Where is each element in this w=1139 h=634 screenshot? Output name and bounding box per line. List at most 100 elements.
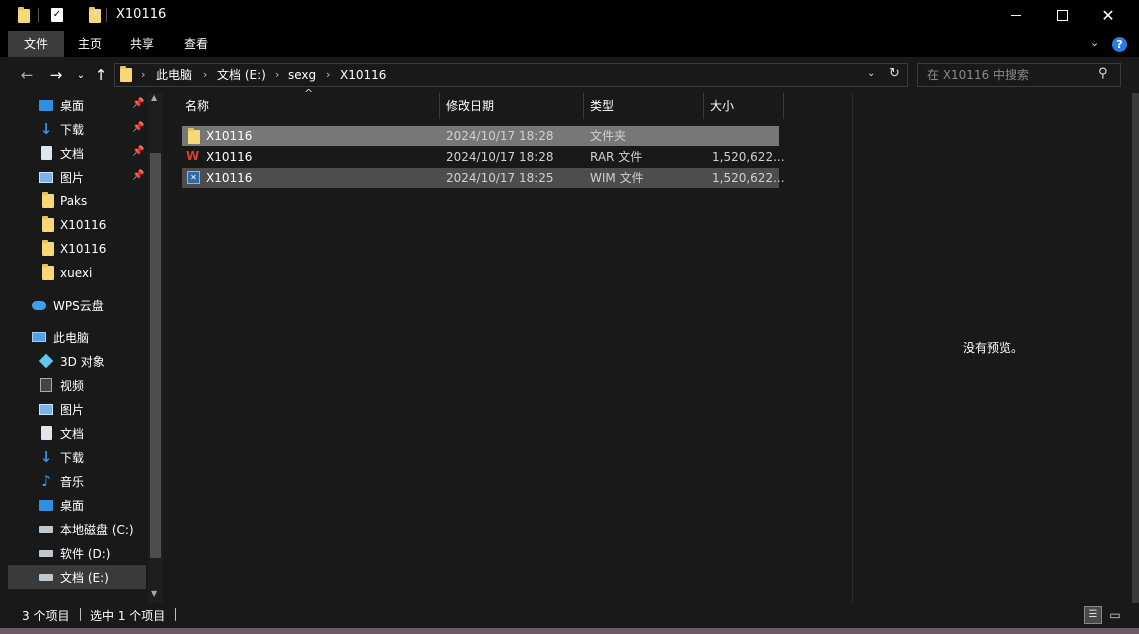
breadcrumb-separator-icon[interactable]: › (326, 64, 330, 86)
quick-access-toolbar-dropdown-icon[interactable]: ▾ (93, 8, 98, 19)
document-icon (39, 146, 53, 160)
pin-icon[interactable]: 📌 (132, 146, 144, 157)
file-date: 2024/10/17 18:28 (446, 129, 554, 143)
sidebar-item-desktop[interactable]: 桌面 📌 (8, 93, 148, 117)
sidebar-item-x10116[interactable]: X10116 (8, 213, 148, 237)
sidebar-item-paks[interactable]: Paks (8, 189, 148, 213)
scrollbar-thumb[interactable] (150, 153, 161, 558)
picture-icon (39, 402, 53, 416)
sidebar-item-label: X10116 (60, 218, 107, 232)
file-row[interactable]: X10116 2024/10/17 18:28 文件夹 (182, 126, 779, 146)
help-icon[interactable]: ? (1112, 37, 1127, 52)
divider (175, 608, 176, 621)
sidebar-item-x10116[interactable]: X10116 (8, 237, 148, 261)
sidebar-item-xuexi[interactable]: xuexi (8, 261, 148, 285)
breadcrumb-separator-icon[interactable]: › (141, 64, 145, 86)
close-button[interactable]: ✕ (1085, 0, 1131, 31)
sidebar-item-label: 桌面 (60, 98, 85, 113)
drive-icon (39, 570, 53, 584)
up-button[interactable]: ↑ (90, 57, 112, 93)
download-icon: ↓ (39, 448, 53, 466)
folder-icon (120, 66, 132, 82)
sidebar-item-music[interactable]: ♪ 音乐 (8, 469, 148, 493)
sidebar-item-label: WPS云盘 (53, 298, 104, 313)
column-header-type[interactable]: 类型 (590, 93, 614, 119)
wim-file-icon: ✕ (187, 171, 200, 184)
navigation-pane: 桌面 📌 ↓ 下载 📌 文档 📌 图片 📌 Paks X10116 X10116… (8, 93, 163, 603)
sidebar-item-pictures[interactable]: 图片 📌 (8, 165, 148, 189)
sidebar-item-documents[interactable]: 文档 (8, 421, 148, 445)
scroll-down-icon[interactable]: ▼ (151, 589, 157, 598)
sidebar-item-3d-objects[interactable]: 3D 对象 (8, 349, 148, 373)
forward-button[interactable]: → (45, 57, 67, 93)
ribbon-tabs: 文件 主页 共享 查看 ⌄ ? (0, 31, 1139, 57)
column-header-size[interactable]: 大小 (710, 93, 734, 119)
column-header-name[interactable]: 名称 (185, 93, 209, 119)
breadcrumb-x10116[interactable]: X10116 (340, 64, 386, 86)
back-button[interactable]: ← (16, 57, 38, 93)
sidebar-item-label: 文档 (60, 146, 85, 161)
background-strip (0, 628, 1139, 634)
sidebar-item-label: xuexi (60, 266, 93, 280)
sidebar-item-drive-c[interactable]: 本地磁盘 (C:) (8, 517, 148, 541)
title-bar: ✓ ▾ X10116 ✕ (0, 0, 1139, 31)
sidebar-item-label: X10116 (60, 242, 107, 256)
address-bar[interactable]: › 此电脑 › 文档 (E:) › sexg › X10116 ⌄ ↻ (114, 63, 908, 87)
scroll-up-icon[interactable]: ▲ (151, 93, 157, 102)
pin-icon[interactable]: 📌 (132, 170, 144, 181)
large-icons-view-icon[interactable]: ▭ (1106, 606, 1124, 624)
sidebar-item-wps-cloud[interactable]: WPS云盘 (8, 293, 148, 317)
sidebar-item-label: 本地磁盘 (C:) (60, 522, 134, 537)
pin-icon[interactable]: 📌 (132, 98, 144, 109)
details-view-icon[interactable]: ☰ (1084, 606, 1102, 624)
breadcrumb-separator-icon[interactable]: › (275, 64, 279, 86)
sidebar-item-this-pc[interactable]: 此电脑 (8, 325, 148, 349)
breadcrumb-this-pc[interactable]: 此电脑 (156, 64, 192, 86)
download-icon: ↓ (39, 120, 53, 138)
column-divider[interactable] (583, 93, 584, 119)
tab-view[interactable]: 查看 (168, 31, 224, 57)
column-divider[interactable] (703, 93, 704, 119)
file-row[interactable]: W X10116 2024/10/17 18:28 RAR 文件 1,520,6… (182, 147, 785, 167)
column-divider[interactable] (783, 93, 784, 119)
minimize-button[interactable] (993, 0, 1039, 31)
breadcrumb-separator-icon[interactable]: › (203, 64, 207, 86)
sidebar-item-videos[interactable]: 视频 (8, 373, 148, 397)
file-name: X10116 (206, 150, 253, 164)
sidebar-item-downloads[interactable]: ↓ 下载 (8, 445, 148, 469)
folder-icon (18, 7, 30, 23)
refresh-icon[interactable]: ↻ (889, 66, 900, 81)
expand-ribbon-icon[interactable]: ⌄ (1090, 36, 1099, 49)
sidebar-item-desktop[interactable]: 桌面 (8, 493, 148, 517)
preview-pane: 没有预览。 (852, 93, 1133, 603)
sidebar-item-label: 音乐 (60, 474, 85, 489)
drive-c-icon (39, 522, 53, 536)
search-placeholder: 在 X10116 中搜索 (927, 68, 1030, 82)
tab-file[interactable]: 文件 (8, 31, 64, 57)
breadcrumb-sexg[interactable]: sexg (288, 64, 316, 86)
folder-icon (41, 264, 55, 280)
address-history-chevron-icon[interactable]: ⌄ (867, 68, 875, 79)
sidebar-scrollbar[interactable]: ▲ ▼ (148, 93, 163, 603)
wps-rar-icon: W (186, 149, 200, 163)
sidebar-item-label: 下载 (60, 122, 85, 137)
pin-icon[interactable]: 📌 (132, 122, 144, 133)
column-divider[interactable] (439, 93, 440, 119)
search-icon[interactable]: ⚲ (1098, 66, 1108, 81)
sidebar-item-drive-e[interactable]: 文档 (E:) (8, 565, 146, 589)
sidebar-item-drive-d[interactable]: 软件 (D:) (8, 541, 148, 565)
breadcrumb-drive-e[interactable]: 文档 (E:) (217, 64, 266, 86)
sidebar-item-documents[interactable]: 文档 📌 (8, 141, 148, 165)
tab-share[interactable]: 共享 (116, 31, 168, 57)
tab-home[interactable]: 主页 (64, 31, 116, 57)
column-header-date[interactable]: 修改日期 (446, 93, 494, 119)
file-row[interactable]: ✕ X10116 2024/10/17 18:25 WIM 文件 1,520,6… (182, 168, 785, 188)
sidebar-item-pictures[interactable]: 图片 (8, 397, 148, 421)
recent-locations-button[interactable]: ⌄ (70, 57, 92, 93)
maximize-button[interactable] (1039, 0, 1085, 31)
background-strip (1132, 93, 1139, 603)
folder-icon (41, 240, 55, 256)
sidebar-item-downloads[interactable]: ↓ 下载 📌 (8, 117, 148, 141)
search-box[interactable]: 在 X10116 中搜索 ⚲ (917, 63, 1121, 87)
properties-icon[interactable]: ✓ (51, 8, 63, 22)
